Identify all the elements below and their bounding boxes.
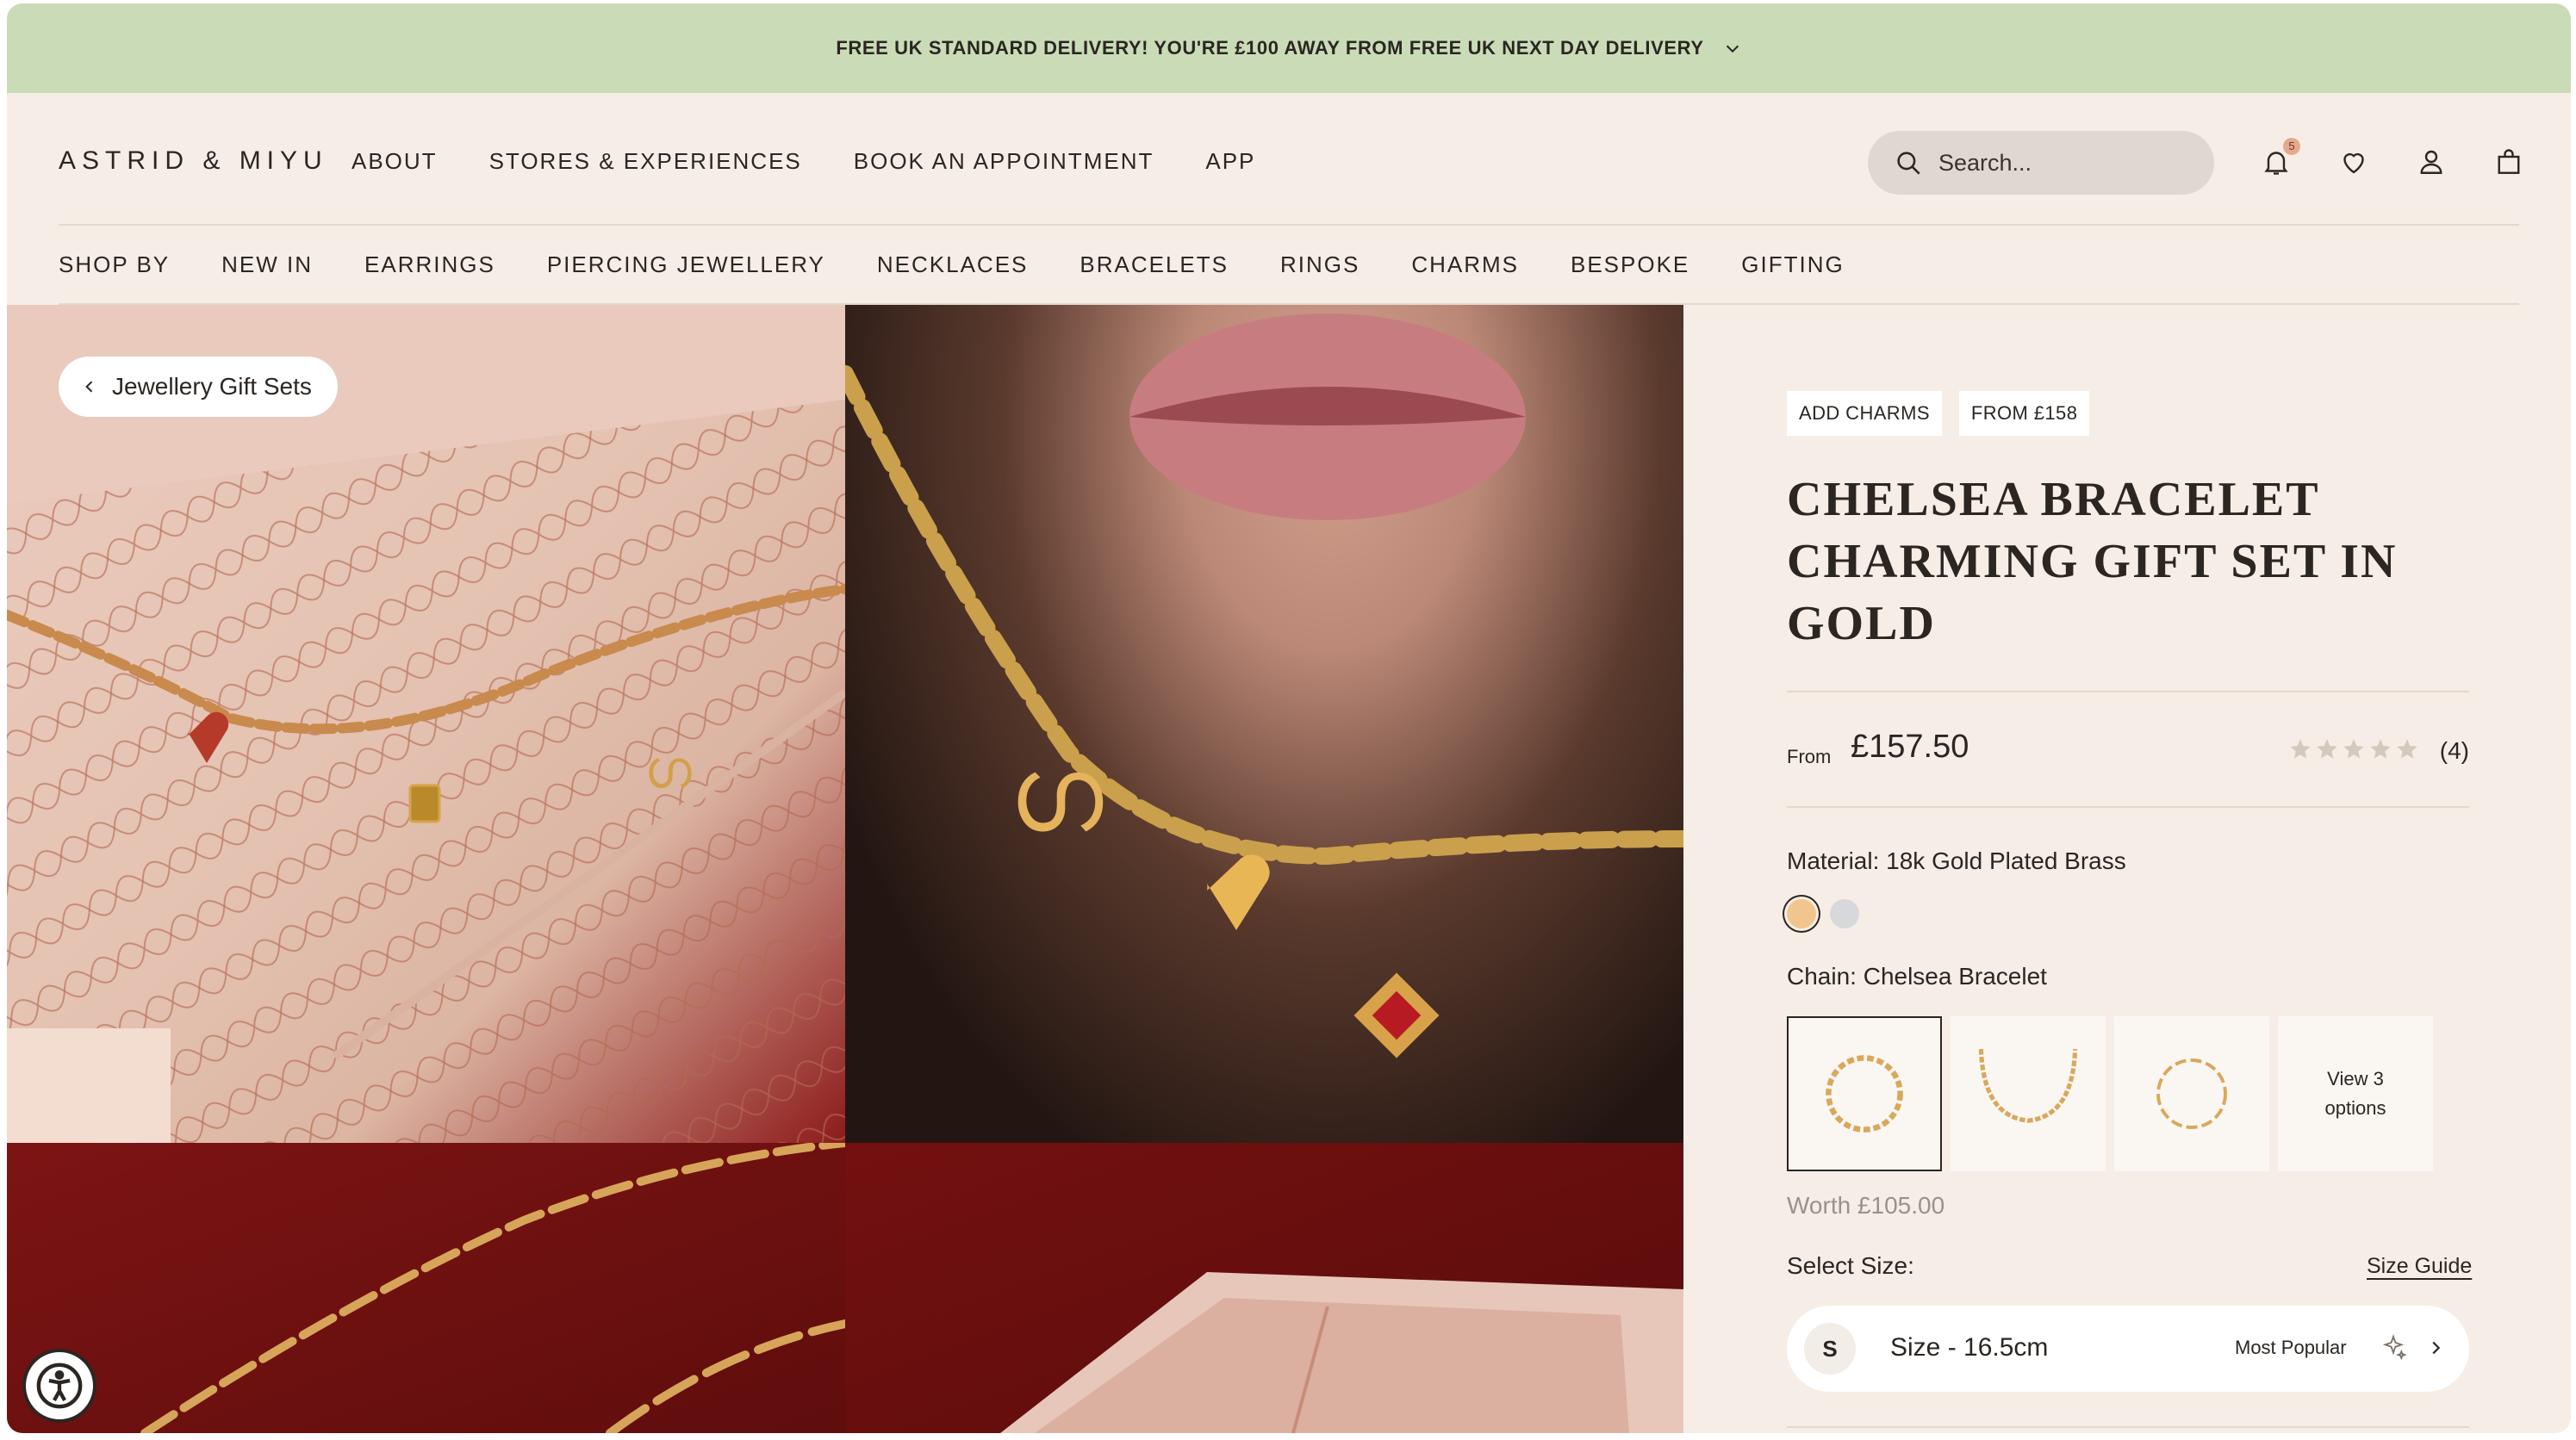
notification-badge: 5 (2283, 138, 2300, 155)
chain-illustration (140, 1143, 845, 1433)
size-selector[interactable]: S Size - 16.5cm Most Popular (1787, 1306, 2469, 1392)
header-icons: 5 (2261, 138, 2524, 179)
chain-thumbnail (1978, 1048, 2078, 1123)
star-icon (2370, 739, 2391, 759)
back-to-gift-sets[interactable]: Jewellery Gift Sets (59, 357, 338, 417)
search-bar[interactable] (1868, 131, 2214, 195)
accessibility-icon (36, 1362, 83, 1409)
page-frame: FREE UK STANDARD DELIVERY! YOU'RE £100 A… (7, 3, 2571, 1433)
star-icon (2397, 739, 2417, 759)
wishlist-button[interactable] (2338, 145, 2369, 179)
chevron-down-icon[interactable] (1723, 39, 1742, 58)
most-popular-label: Most Popular (2235, 1337, 2347, 1358)
chain-option-2[interactable] (1951, 1016, 2106, 1171)
cat-shop-by[interactable]: SHOP BY (59, 251, 170, 278)
account-button[interactable] (2416, 145, 2447, 179)
view-more-chains-button[interactable]: View 3 options (2278, 1016, 2433, 1171)
promo-banner[interactable]: FREE UK STANDARD DELIVERY! YOU'RE £100 A… (7, 3, 2571, 93)
promo-text: FREE UK STANDARD DELIVERY! YOU'RE £100 A… (836, 37, 1704, 59)
material-swatches (1787, 899, 1859, 928)
category-nav: SHOP BY NEW IN EARRINGS PIERCING JEWELLE… (59, 251, 1845, 278)
bag-button[interactable] (2493, 145, 2524, 179)
tag-from-price: FROM £158 (1958, 391, 2090, 436)
header-divider (59, 224, 2519, 226)
chain-thumbnail (2156, 1058, 2227, 1129)
cat-piercing-jewellery[interactable]: PIERCING JEWELLERY (547, 251, 825, 278)
product-price: £157.50 (1851, 729, 1969, 765)
product-tags: ADD CHARMS FROM £158 (1787, 391, 2090, 436)
search-icon (1897, 152, 1920, 175)
brand-logo[interactable]: ASTRID & MIYU (59, 146, 328, 176)
product-gallery: ഗ Jewellery Gift Sets ഗ (7, 305, 1683, 1433)
chain-options: View 3 options (1787, 1016, 2433, 1171)
divider (1787, 1426, 2469, 1428)
heart-icon (2343, 152, 2364, 174)
nav-book-appointment[interactable]: BOOK AN APPOINTMENT (854, 148, 1154, 175)
gallery-image-giftbox[interactable]: ഗ Jewellery Gift Sets (7, 305, 845, 1143)
nav-stores-experiences[interactable]: STORES & EXPERIENCES (489, 148, 802, 175)
cat-gifting[interactable]: GIFTING (1741, 251, 1844, 278)
notifications-button[interactable]: 5 (2261, 138, 2300, 179)
nav-app[interactable]: APP (1205, 148, 1255, 175)
star-icon (2290, 739, 2311, 759)
cat-rings[interactable]: RINGS (1280, 251, 1360, 278)
worth-value: Worth £105.00 (1787, 1192, 1945, 1219)
size-guide-link[interactable]: Size Guide (2367, 1254, 2472, 1279)
star-icon (2317, 739, 2337, 759)
chain-label: Chain: Chelsea Bracelet (1787, 963, 2047, 990)
size-label: Select Size: (1787, 1252, 1914, 1279)
product-title: CHELSEA BRACELET CHARMING GIFT SET IN GO… (1787, 473, 2398, 650)
chevron-right-icon (2432, 1341, 2441, 1355)
model-illustration: ഗ (845, 313, 1683, 1058)
sparkle-icon (2382, 1334, 2407, 1361)
top-nav: ABOUT STORES & EXPERIENCES BOOK AN APPOI… (352, 148, 1255, 175)
chain-thumbnail (1826, 1055, 1903, 1133)
giftbox-illustration: ഗ (7, 305, 845, 1143)
user-icon (2420, 150, 2442, 174)
chain-option-3[interactable] (2114, 1016, 2269, 1171)
cat-bracelets[interactable]: BRACELETS (1080, 251, 1229, 278)
size-text: Size - 16.5cm (1890, 1333, 2049, 1362)
cat-necklaces[interactable]: NECKLACES (877, 251, 1029, 278)
price-row: From £157.50 (4) (1787, 729, 2469, 772)
divider (1787, 691, 2469, 692)
accessibility-button[interactable] (22, 1349, 96, 1423)
site-header: ASTRID & MIYU ABOUT STORES & EXPERIENCES… (7, 93, 2571, 227)
svg-text:ഗ: ഗ (1009, 738, 1104, 853)
size-code: S (1804, 1323, 1856, 1375)
search-input[interactable] (1938, 149, 2197, 177)
review-count[interactable]: (4) (2440, 737, 2469, 765)
cat-charms[interactable]: CHARMS (1411, 251, 1519, 278)
gallery-image-model[interactable]: ഗ (845, 305, 1683, 1143)
gallery-image-box-detail[interactable] (845, 1143, 1683, 1433)
back-label: Jewellery Gift Sets (112, 373, 312, 400)
star-icon (2343, 739, 2364, 759)
swatch-silver[interactable] (1830, 899, 1859, 928)
gallery-image-chain[interactable] (7, 1143, 845, 1433)
bag-icon (2498, 149, 2520, 174)
box-detail-illustration (1000, 1272, 1683, 1433)
chevron-left-icon (85, 381, 93, 393)
svg-text:ഗ: ഗ (644, 742, 692, 798)
divider (1787, 806, 2469, 808)
cat-earrings[interactable]: EARRINGS (364, 251, 495, 278)
product-panel: ADD CHARMS FROM £158 CHELSEA BRACELET CH… (1683, 305, 2571, 1433)
cat-bespoke[interactable]: BESPOKE (1571, 251, 1689, 278)
nav-about[interactable]: ABOUT (352, 148, 438, 175)
material-label: Material: 18k Gold Plated Brass (1787, 847, 2126, 874)
chain-option-chelsea[interactable] (1787, 1016, 1942, 1171)
star-rating[interactable] (2288, 737, 2419, 761)
tag-add-charms: ADD CHARMS (1787, 391, 1942, 436)
cat-new-in[interactable]: NEW IN (221, 251, 313, 278)
swatch-gold[interactable] (1787, 899, 1816, 928)
price-prefix: From (1787, 746, 1832, 767)
